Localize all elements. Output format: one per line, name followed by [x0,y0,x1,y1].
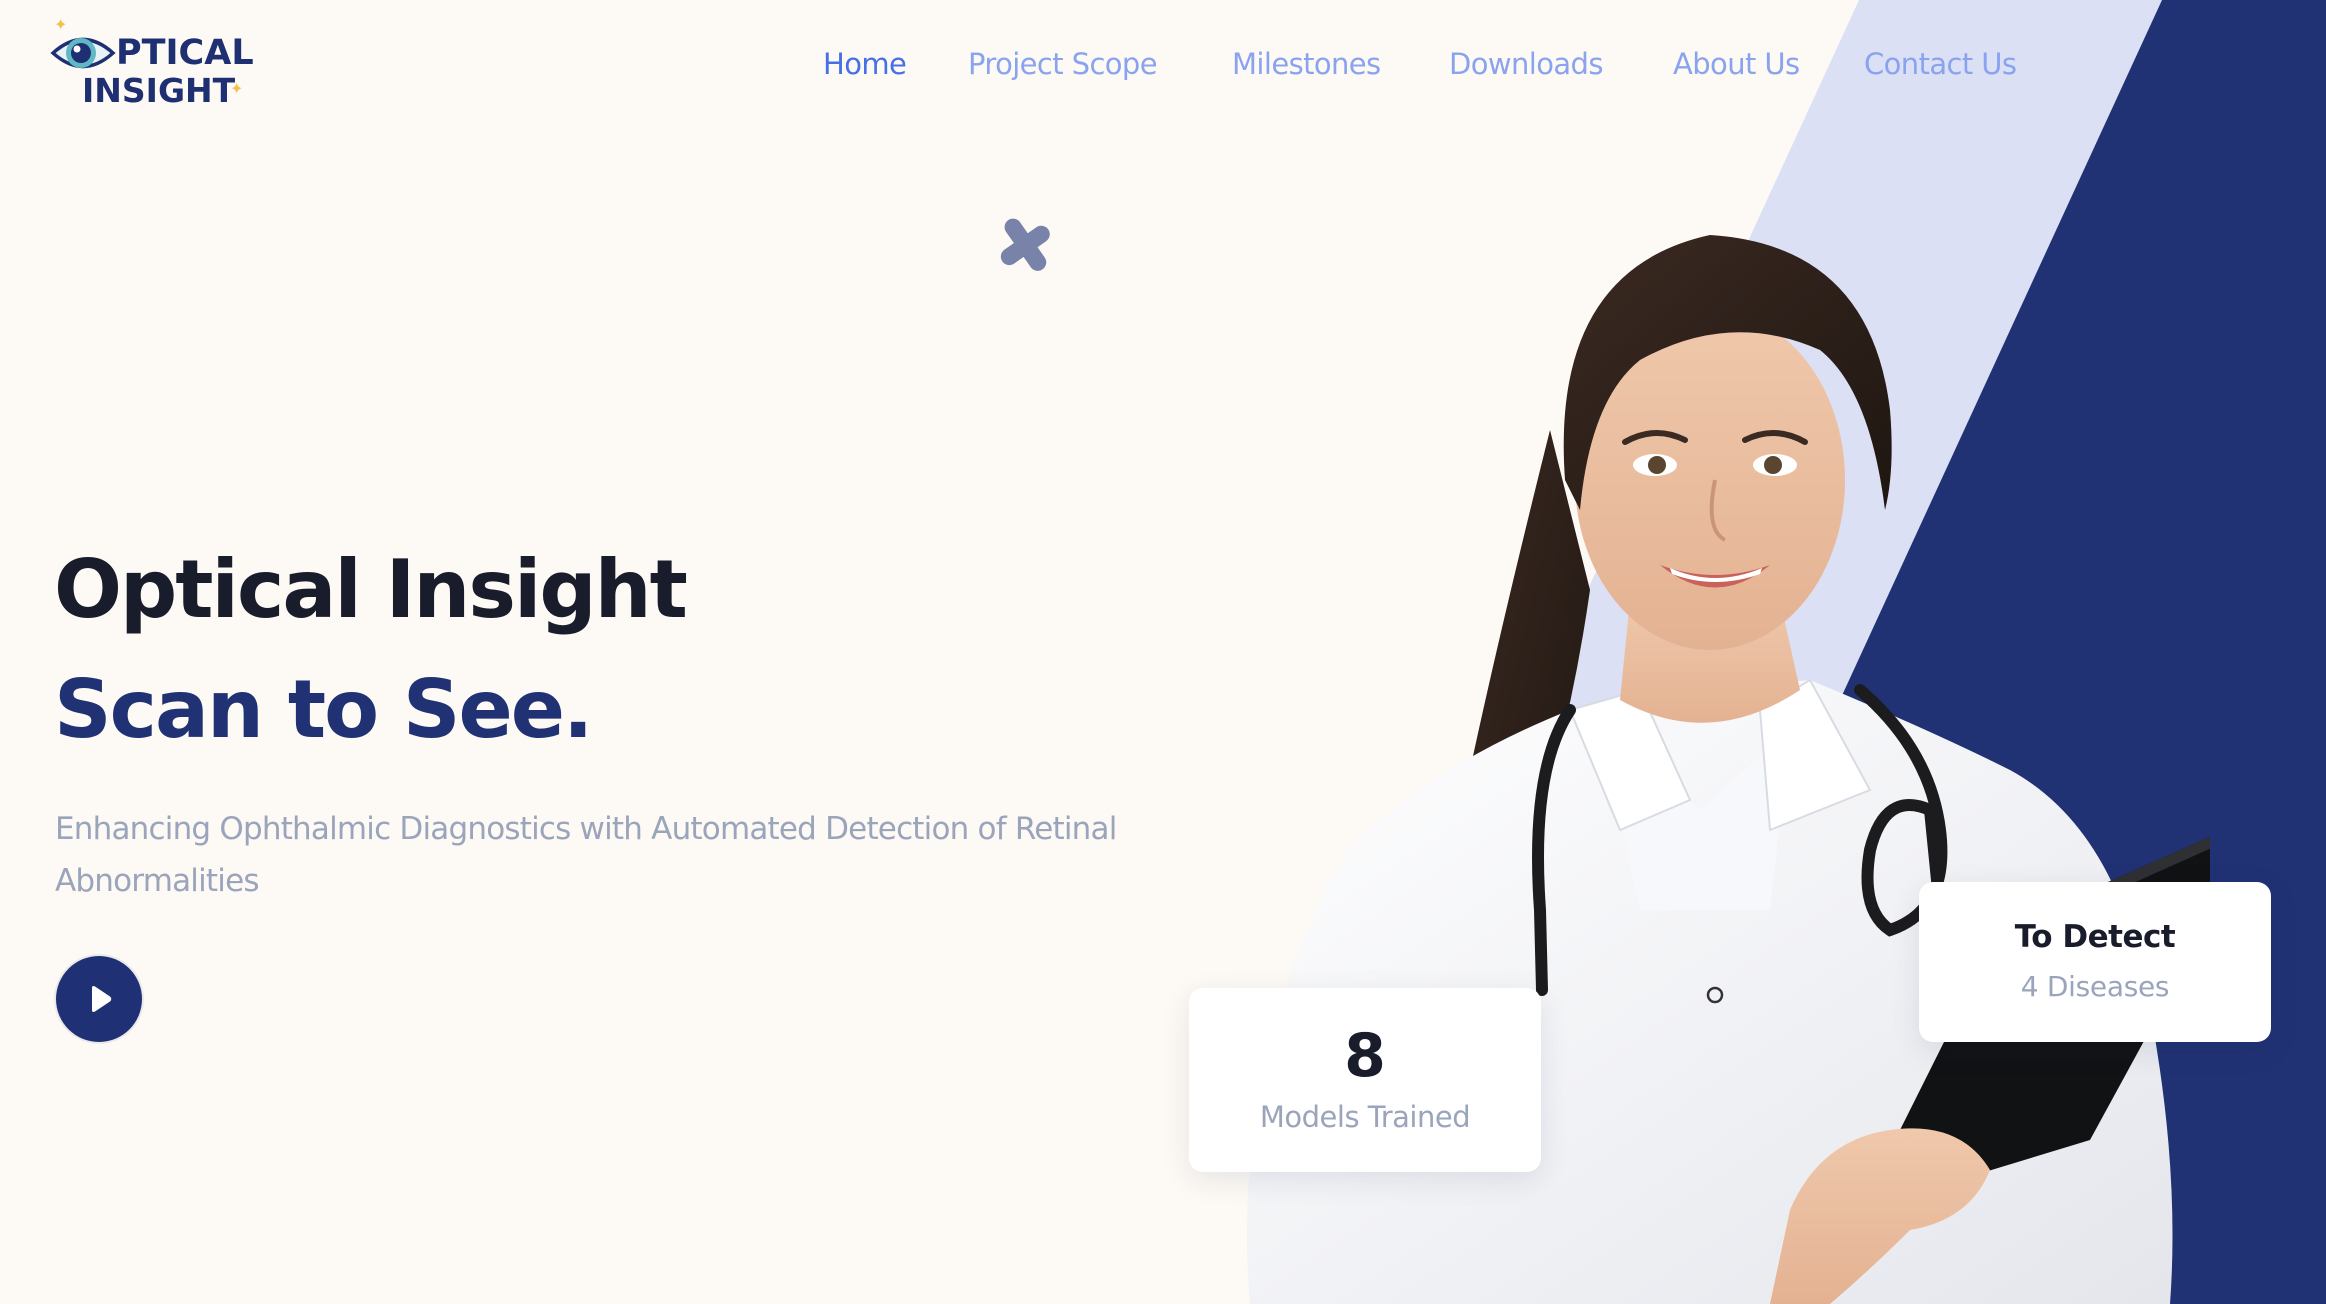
nav-contact-us[interactable]: Contact Us [1864,44,2017,84]
stat-sub: 4 Diseases [2020,970,2170,1003]
play-icon [92,986,112,1012]
site-logo[interactable]: ✦ PTICAL INSIGHT ✦ [50,18,260,114]
play-video-button[interactable] [56,956,142,1042]
logo-text-line1: PTICAL [116,33,254,73]
nav-project-scope[interactable]: Project Scope [968,44,1158,84]
sparkle-icon: ✦ [230,81,244,98]
stat-heading: To Detect [2014,919,2176,955]
eye-icon [50,37,116,69]
nav-about-us[interactable]: About Us [1673,44,1800,84]
stat-card-to-detect: To Detect 4 Diseases [1919,882,2271,1042]
nav-milestones[interactable]: Milestones [1232,44,1381,84]
hero-subtitle: Enhancing Ophthalmic Diagnostics with Au… [55,811,1117,899]
nav-home[interactable]: Home [823,44,907,84]
stat-value: 8 [1344,1021,1386,1091]
stat-label: Models Trained [1259,1100,1471,1134]
logo-text-line2: INSIGHT [82,71,236,110]
hero-title: Optical Insight [54,543,688,636]
cross-icon [1000,218,1050,271]
hero-tagline: Scan to See. [54,663,593,756]
sparkle-icon: ✦ [54,17,68,34]
stat-card-models-trained: 8 Models Trained [1189,988,1541,1172]
nav-downloads[interactable]: Downloads [1449,44,1603,84]
